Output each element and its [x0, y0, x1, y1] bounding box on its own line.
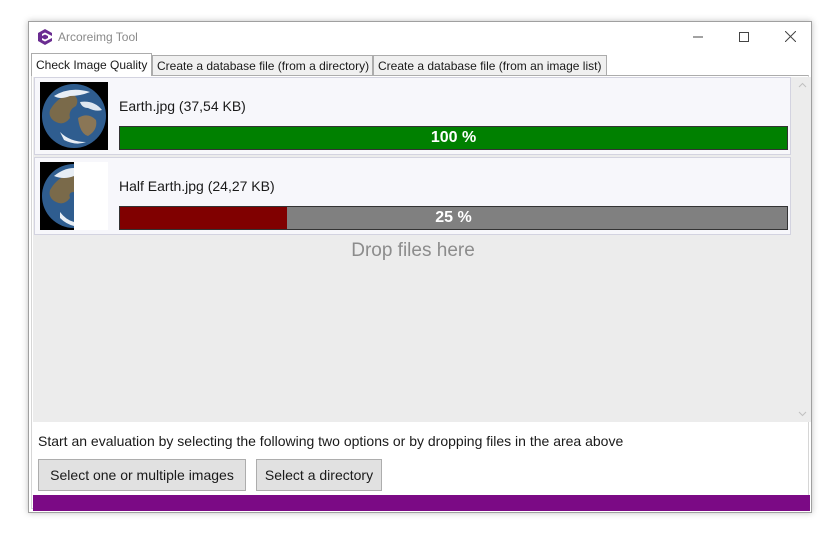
quality-progress-bar: 25 % [119, 206, 788, 230]
maximize-icon [739, 29, 749, 45]
select-directory-button[interactable]: Select a directory [256, 459, 382, 491]
file-drop-area[interactable]: Earth.jpg (37,54 KB) 100 % Half Earth.jp… [33, 77, 811, 422]
file-name-label: Earth.jpg (37,54 KB) [119, 98, 246, 114]
drop-files-hint: Drop files here [351, 240, 475, 261]
file-list-item[interactable]: Half Earth.jpg (24,27 KB) 25 % [34, 157, 791, 235]
earth-thumbnail [40, 82, 108, 150]
file-list-item[interactable]: Earth.jpg (37,54 KB) 100 % [34, 77, 791, 155]
scroll-down-icon[interactable] [798, 409, 807, 418]
tab-database-from-directory[interactable]: Create a database file (from a directory… [152, 55, 373, 76]
vertical-scrollbar[interactable] [794, 77, 811, 422]
window-title: Arcoreimg Tool [58, 30, 138, 44]
half-earth-thumbnail [40, 162, 108, 230]
select-images-button[interactable]: Select one or multiple images [38, 459, 246, 491]
close-button[interactable] [767, 22, 813, 52]
app-window: Arcoreimg Tool Check Image Quality Creat… [28, 21, 812, 513]
instruction-text: Start an evaluation by selecting the fol… [38, 433, 624, 449]
quality-progress-bar: 100 % [119, 126, 788, 150]
minimize-icon [693, 29, 703, 45]
close-icon [784, 29, 796, 45]
maximize-button[interactable] [721, 22, 767, 52]
app-logo-icon [38, 29, 52, 45]
scroll-up-icon[interactable] [798, 81, 807, 90]
title-bar[interactable]: Arcoreimg Tool [29, 22, 811, 52]
progress-text: 25 % [435, 209, 472, 226]
accent-status-bar [33, 495, 810, 511]
tab-content: Earth.jpg (37,54 KB) 100 % Half Earth.jp… [31, 75, 811, 511]
progress-text: 100 % [430, 129, 477, 146]
minimize-button[interactable] [675, 22, 721, 52]
file-name-label: Half Earth.jpg (24,27 KB) [119, 178, 275, 194]
tab-check-image-quality[interactable]: Check Image Quality [31, 53, 152, 76]
tab-database-from-image-list[interactable]: Create a database file (from an image li… [373, 55, 607, 76]
